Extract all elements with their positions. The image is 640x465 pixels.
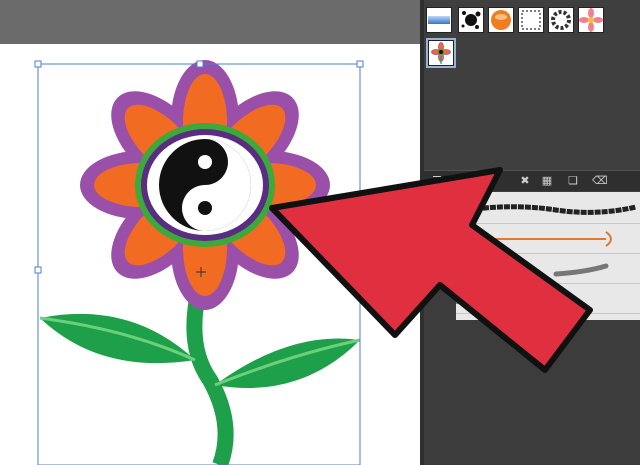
symbol-dotted-frame[interactable] [518, 7, 544, 33]
selection-handle-top-right[interactable] [356, 60, 364, 68]
symbol-orange-flower[interactable] [426, 38, 456, 68]
selection-handle-top-middle[interactable] [196, 60, 204, 68]
trash-icon[interactable]: ⌫ [592, 174, 608, 188]
symbol-ring[interactable] [548, 7, 574, 33]
blue-bar-symbol-icon [428, 16, 450, 24]
brush-options-icon[interactable]: ▦ [540, 174, 554, 188]
document-tab-bar [0, 0, 420, 44]
symbol-pink-flower[interactable] [578, 7, 604, 33]
ink-splat-symbol-icon [461, 11, 481, 29]
symbol-orange-sphere[interactable] [488, 7, 514, 33]
pink-flower-symbol-icon [579, 8, 603, 32]
selection-handle-top-left[interactable] [34, 60, 42, 68]
orange-sphere-symbol-icon [491, 10, 511, 30]
remove-stroke-icon[interactable]: ✖ [518, 174, 532, 188]
yin-yang-icon [159, 139, 251, 231]
symbol-blue-bar[interactable] [426, 7, 452, 33]
selection-handle-middle-left[interactable] [34, 266, 42, 274]
symbol-ink-splat[interactable] [458, 7, 484, 33]
dotted-frame-symbol-icon [521, 10, 541, 30]
symbols-panel [424, 0, 640, 170]
new-brush-icon[interactable]: ❏ [566, 174, 580, 188]
ring-symbol-icon [551, 10, 571, 30]
orange-flower-symbol-icon [431, 42, 451, 64]
